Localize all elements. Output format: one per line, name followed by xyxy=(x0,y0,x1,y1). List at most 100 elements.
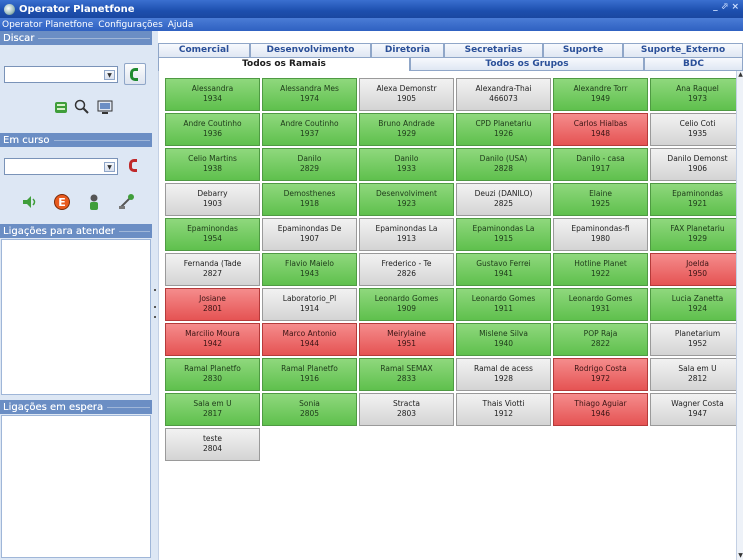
extension-button[interactable]: Mislene Silva 1940 xyxy=(456,323,551,356)
extension-button[interactable]: Debarry 1903 xyxy=(165,183,260,216)
extension-button[interactable]: Marco Antonio 1944 xyxy=(262,323,357,356)
tab-bdc[interactable]: BDC xyxy=(644,57,743,71)
incoming-calls-list[interactable] xyxy=(1,239,151,395)
extension-button[interactable]: Gustavo Ferrei 1941 xyxy=(456,253,551,286)
em-curso-title: Em curso xyxy=(3,134,50,146)
extension-button[interactable]: Epaminondas-fi 1980 xyxy=(553,218,648,251)
extension-button[interactable]: Celio Martins 1938 xyxy=(165,148,260,181)
tab-diretoria[interactable]: Diretoria xyxy=(371,43,444,57)
extension-button[interactable]: Ramal Planetfo 2830 xyxy=(165,358,260,391)
extension-name: Marcilio Moura xyxy=(185,329,240,338)
extension-button[interactable]: Epaminondas La 1913 xyxy=(359,218,454,251)
extension-number: 1974 xyxy=(299,94,320,103)
extension-button[interactable]: Leonardo Gomes 1931 xyxy=(553,288,648,321)
extension-button[interactable]: Lucia Zanetta 1924 xyxy=(650,288,743,321)
extension-button[interactable]: Bruno Andrade 1929 xyxy=(359,113,454,146)
extension-button[interactable]: Alexandra-Thai 466073 xyxy=(456,78,551,111)
extension-button[interactable]: Alexandre Torr 1949 xyxy=(553,78,648,111)
extension-button[interactable]: Meirylaine 1951 xyxy=(359,323,454,356)
extension-button[interactable]: Andre Coutinho 1937 xyxy=(262,113,357,146)
extension-button[interactable]: Fernanda (Tade 2827 xyxy=(165,253,260,286)
extension-button[interactable]: Sala em U 2812 xyxy=(650,358,743,391)
extension-button[interactable]: Epaminondas 1954 xyxy=(165,218,260,251)
extension-button[interactable]: Sonia 2805 xyxy=(262,393,357,426)
tab-secretarias[interactable]: Secretarias xyxy=(444,43,543,57)
extension-button[interactable]: Joelda 1950 xyxy=(650,253,743,286)
extension-button[interactable]: Elaine 1925 xyxy=(553,183,648,216)
menu-ajuda[interactable]: Ajuda xyxy=(168,20,194,30)
conference-icon[interactable] xyxy=(117,193,135,211)
extension-button[interactable]: Thiago Aguiar 1946 xyxy=(553,393,648,426)
extension-button[interactable]: Celio Coti 1935 xyxy=(650,113,743,146)
extension-button[interactable]: CPD Planetariu 1926 xyxy=(456,113,551,146)
extension-button[interactable]: Alexa Demonstr 1905 xyxy=(359,78,454,111)
extension-button[interactable]: Epaminondas La 1915 xyxy=(456,218,551,251)
speaker-icon[interactable] xyxy=(21,193,39,211)
extension-name: Josiane xyxy=(199,294,226,303)
extension-button[interactable]: Planetarium 1952 xyxy=(650,323,743,356)
extension-button[interactable]: Carlos Hialbas 1948 xyxy=(553,113,648,146)
extension-button[interactable]: teste 2804 xyxy=(165,428,260,461)
transfer-icon[interactable]: E xyxy=(53,193,71,211)
right-panel: Comercial Desenvolvimento Diretoria Secr… xyxy=(158,31,743,560)
scroll-up-icon[interactable]: ▲ xyxy=(737,71,743,79)
window-controls-icon[interactable]: _ ⬀ × xyxy=(713,2,739,12)
tab-todos-os-grupos[interactable]: Todos os Grupos xyxy=(410,57,644,71)
monitor-icon[interactable] xyxy=(96,98,114,116)
extension-button[interactable]: Thais Viotti 1912 xyxy=(456,393,551,426)
extension-button[interactable]: Danilo (USA) 2828 xyxy=(456,148,551,181)
extension-button[interactable]: POP Raja 2822 xyxy=(553,323,648,356)
extension-button[interactable]: Wagner Costa 1947 xyxy=(650,393,743,426)
extension-button[interactable]: Laboratorio_Pl 1914 xyxy=(262,288,357,321)
scroll-down-icon[interactable]: ▼ xyxy=(737,552,743,560)
chevron-down-icon[interactable]: ▼ xyxy=(104,70,115,80)
extension-button[interactable]: Andre Coutinho 1936 xyxy=(165,113,260,146)
extension-button[interactable]: Marcilio Moura 1942 xyxy=(165,323,260,356)
tab-suporte[interactable]: Suporte xyxy=(543,43,623,57)
extension-button[interactable]: Sala em U 2817 xyxy=(165,393,260,426)
dial-number-combo[interactable]: ▼ xyxy=(4,66,118,83)
extension-button[interactable]: Josiane 2801 xyxy=(165,288,260,321)
extension-button[interactable]: Demosthenes 1918 xyxy=(262,183,357,216)
extension-button[interactable]: Desenvolviment 1923 xyxy=(359,183,454,216)
extension-button[interactable]: FAX Planetariu 1929 xyxy=(650,218,743,251)
tab-comercial[interactable]: Comercial xyxy=(158,43,250,57)
extension-button[interactable]: Leonardo Gomes 1909 xyxy=(359,288,454,321)
active-call-combo[interactable]: ▼ xyxy=(4,158,118,175)
extension-button[interactable]: Frederico - Te 2826 xyxy=(359,253,454,286)
vertical-scrollbar[interactable]: ▲ ▼ xyxy=(736,71,743,560)
tab-suporte-externo[interactable]: Suporte_Externo xyxy=(623,43,743,57)
extension-button[interactable]: Ramal SEMAX 2833 xyxy=(359,358,454,391)
extension-button[interactable]: Danilo Demonst 1906 xyxy=(650,148,743,181)
extension-button[interactable]: Danilo 1933 xyxy=(359,148,454,181)
extension-button[interactable]: Ana Raquel 1973 xyxy=(650,78,743,111)
extension-button[interactable]: Alessandra 1934 xyxy=(165,78,260,111)
extension-button[interactable]: Stracta 2803 xyxy=(359,393,454,426)
extension-button[interactable]: Alessandra Mes 1974 xyxy=(262,78,357,111)
extension-button[interactable]: Danilo 2829 xyxy=(262,148,357,181)
extension-button[interactable]: Deuzi (DANILO) 2825 xyxy=(456,183,551,216)
tab-todos-os-ramais[interactable]: Todos os Ramais xyxy=(158,57,410,71)
menu-operator-planetfone[interactable]: Operator Planetfone xyxy=(2,20,93,30)
menu-configuracoes[interactable]: Configurações xyxy=(98,20,162,30)
extension-button[interactable]: Epaminondas 1921 xyxy=(650,183,743,216)
hangup-button[interactable] xyxy=(124,155,146,177)
extension-button[interactable]: Epaminondas De 1907 xyxy=(262,218,357,251)
extension-name: Epaminondas-fi xyxy=(571,224,630,233)
tab-desenvolvimento[interactable]: Desenvolvimento xyxy=(250,43,371,57)
extension-button[interactable]: Hotline Planet 1922 xyxy=(553,253,648,286)
waiting-calls-list[interactable] xyxy=(1,415,151,558)
hold-icon[interactable] xyxy=(85,193,103,211)
extension-button[interactable]: Danilo - casa 1917 xyxy=(553,148,648,181)
contacts-icon[interactable] xyxy=(52,98,70,116)
extension-name: Sala em U xyxy=(193,399,232,408)
extension-button[interactable]: Rodrigo Costa 1972 xyxy=(553,358,648,391)
chevron-down-icon[interactable]: ▼ xyxy=(104,162,115,172)
extension-button[interactable]: Ramal de acess 1928 xyxy=(456,358,551,391)
search-icon[interactable] xyxy=(73,98,91,116)
extension-button[interactable]: Flavio Maielo 1943 xyxy=(262,253,357,286)
window-controls[interactable]: _ ⬀ × xyxy=(713,2,739,12)
extension-button[interactable]: Leonardo Gomes 1911 xyxy=(456,288,551,321)
dial-button[interactable] xyxy=(124,63,146,85)
extension-button[interactable]: Ramal Planetfo 1916 xyxy=(262,358,357,391)
